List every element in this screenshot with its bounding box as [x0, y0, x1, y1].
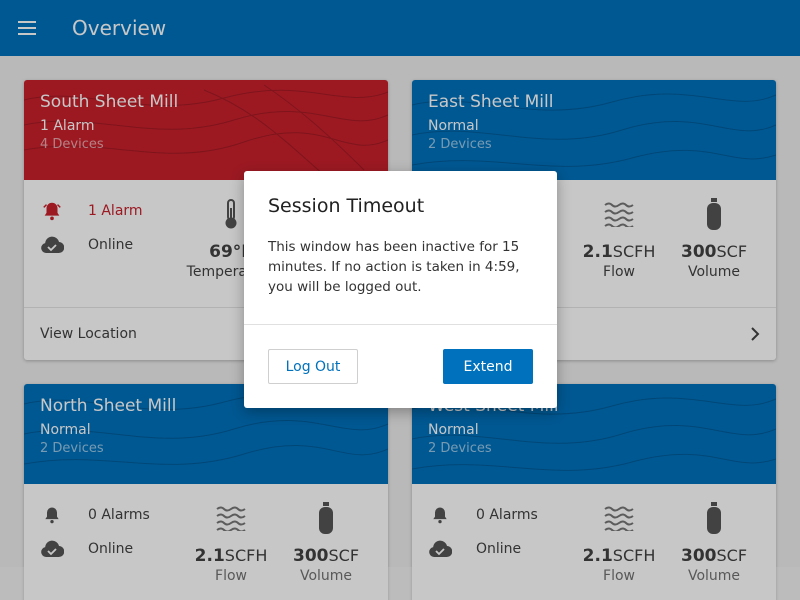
dialog-divider — [244, 324, 557, 325]
session-timeout-dialog: Session Timeout This window has been ina… — [244, 171, 557, 408]
extend-button[interactable]: Extend — [443, 349, 533, 384]
log-out-button[interactable]: Log Out — [268, 349, 358, 384]
dialog-title: Session Timeout — [268, 195, 425, 217]
dialog-message: This window has been inactive for 15 min… — [268, 239, 520, 295]
